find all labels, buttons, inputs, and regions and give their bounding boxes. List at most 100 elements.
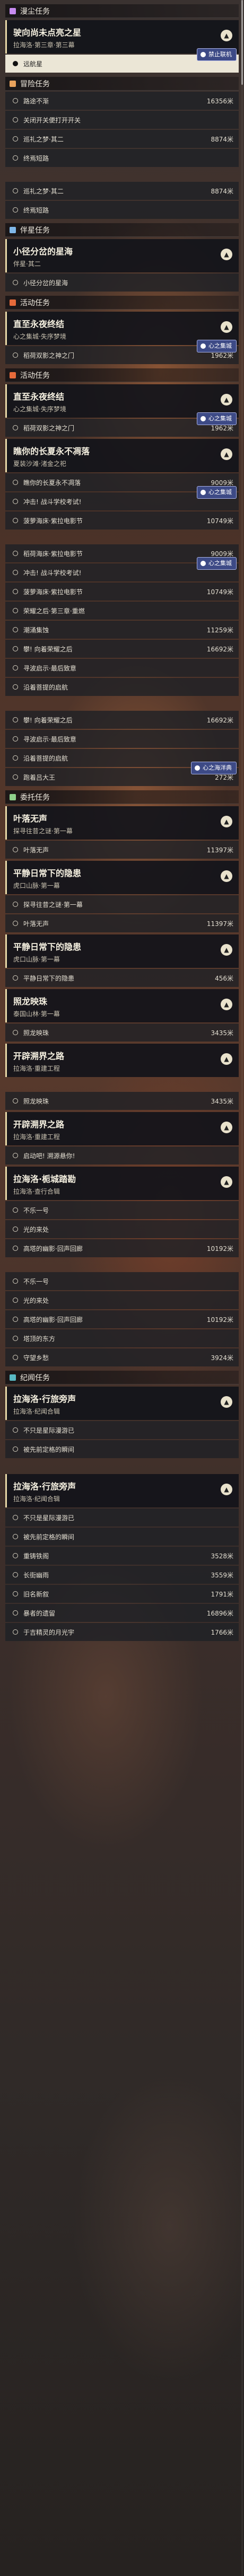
quest-step-row[interactable]: 光的来处 <box>5 1291 239 1309</box>
quest-step-row[interactable]: 潮涌集蚀 11259米 <box>5 621 239 639</box>
quest-step-row[interactable]: 高塔的幽影·回声回廊 10192米 <box>5 1239 239 1257</box>
quest-card[interactable]: 开辟溯界之路 拉海洛·重建工程 ▲ <box>5 1112 239 1145</box>
step-label: 寻波启示·最后致意 <box>23 664 76 672</box>
quest-step-row[interactable]: 叶落无声 11397米 <box>5 914 239 932</box>
quest-step-row[interactable]: 不只是星际漫游已 <box>5 1508 239 1527</box>
category-header[interactable]: 活动任务 <box>5 368 239 382</box>
quest-card[interactable]: 小径分岔的星海 伴星·其二 ▲ <box>5 239 239 272</box>
quest-step-row[interactable]: 巡礼之梦·其二 8874米 <box>5 182 239 200</box>
quest-step-row[interactable]: 菠萝海床·紫拉电影节 10749米 <box>5 583 239 601</box>
quest-step-row[interactable]: 光的来处 <box>5 1220 239 1238</box>
quest-step-row[interactable]: 终焉短路 <box>5 201 239 219</box>
step-status-icon <box>13 1446 18 1452</box>
quest-card[interactable]: 瞧你的长夏永不凋落 夏装沙滩·渚金之祀 ▲ <box>5 439 239 472</box>
quest-step-row[interactable]: 路途不渐 16356米 <box>5 92 239 110</box>
quest-subtitle: 虎口山脉·第一幕 <box>13 956 60 963</box>
quest-step-row[interactable]: 平静日常下的隐患 456米 <box>5 969 239 987</box>
collapse-icon[interactable]: ▲ <box>221 1053 232 1065</box>
track-button[interactable]: 远航星 禁止联机 <box>5 48 239 73</box>
quest-step-row[interactable]: 荣耀之后·第三章·重燃 <box>5 602 239 620</box>
quest-step-row[interactable]: 照龙映珠 3435米 <box>5 1024 239 1042</box>
quest-step-row[interactable]: 攀! 向着荣耀之后 16692米 <box>5 711 239 729</box>
quest-step-row[interactable]: 旧名新叙 1791米 <box>5 1585 239 1603</box>
quest-step-row[interactable]: 菠萝海床·紫拉电影节 10749米 <box>5 511 239 530</box>
collapse-icon[interactable]: ▲ <box>221 870 232 882</box>
quest-step-row[interactable]: 高塔的幽影·回声回廊 10192米 <box>5 1310 239 1328</box>
quest-step-row[interactable]: 被先前定格的瞬间 <box>5 1440 239 1458</box>
quest-step-row[interactable]: 叶落无声 11397米 <box>5 841 239 859</box>
step-status-icon <box>13 755 18 761</box>
quest-step-row[interactable]: 照龙映珠 3435米 <box>5 1092 239 1110</box>
quest-step-row[interactable]: 不乐一号 <box>5 1201 239 1219</box>
quest-step-row[interactable]: 巡礼之梦·其二 8874米 <box>5 130 239 148</box>
quest-card[interactable]: 拉海洛·行旅旁声 拉海洛·纪闻合辑 ▲ <box>5 1387 239 1420</box>
step-label: 菠萝海床·紫拉电影节 <box>23 517 83 525</box>
quest-step-row[interactable]: 重铸铁阁 3528米 <box>5 1547 239 1565</box>
step-distance: 16896米 <box>206 1609 233 1617</box>
quest-card[interactable]: 照龙映珠 泰国山林·第一幕 ▲ <box>5 989 239 1022</box>
category-header[interactable]: 活动任务 <box>5 296 239 310</box>
quest-step-row[interactable]: 塔顶的东方 <box>5 1329 239 1347</box>
quest-step-row[interactable]: 寻波启示·最后致意 <box>5 730 239 748</box>
collapse-icon[interactable]: ▲ <box>221 394 232 405</box>
quest-step-row[interactable]: 稻荷双影之神之门 1962米 心之集城 <box>5 412 239 437</box>
quest-step-row[interactable]: 寻波启示·最后致意 <box>5 659 239 677</box>
collapse-icon[interactable]: ▲ <box>221 999 232 1010</box>
quest-step-row[interactable]: 守望乡愁 3924米 <box>5 1348 239 1366</box>
quest-step-row[interactable]: 沿着菩提的启航 <box>5 678 239 696</box>
quest-step-row[interactable]: 稻荷双影之神之门 1962米 心之集城 <box>5 340 239 364</box>
quest-step-row[interactable]: 长街幽雨 3559米 <box>5 1566 239 1584</box>
quest-step-row[interactable]: 小径分岔的星海 <box>5 274 239 292</box>
category-header[interactable]: 纪闻任务 <box>5 1371 239 1384</box>
quest-step-row[interactable]: 攀! 向着荣耀之后 16692米 <box>5 640 239 658</box>
scrollbar-thumb[interactable] <box>241 0 243 85</box>
step-status-icon <box>13 646 18 651</box>
quest-step-row[interactable]: 被先前定格的瞬间 <box>5 1528 239 1546</box>
category-header[interactable]: 漫尘任务 <box>5 4 239 18</box>
step-status-icon <box>13 608 18 613</box>
quest-card[interactable]: 拉海洛·栀城踏勘 拉海洛·查行合辑 ▲ <box>5 1167 239 1200</box>
location-badge: 禁止联机 <box>197 48 237 61</box>
quest-title: 叶落无声 <box>13 814 48 824</box>
quest-card[interactable]: 叶落无声 探寻往昔之谜·第一幕 ▲ <box>5 806 239 840</box>
quest-card[interactable]: 平静日常下的隐患 虎口山脉·第一幕 ▲ <box>5 934 239 968</box>
quest-subtitle: 拉海洛·重建工程 <box>13 1133 60 1141</box>
quest-step-row[interactable]: 关闭开关便打开开关 <box>5 111 239 129</box>
quest-step-row[interactable]: 暴者的遗留 16896米 <box>5 1604 239 1622</box>
quest-title: 驶向尚未点亮之星 <box>13 28 82 38</box>
quest-step-row[interactable]: 终焉短路 <box>5 149 239 167</box>
quest-step-row[interactable]: 探寻往昔之谜·第一幕 <box>5 895 239 913</box>
collapse-icon[interactable]: ▲ <box>221 30 232 41</box>
quest-step-row[interactable]: 于吉精灵的月光宇 1766米 <box>5 1623 239 1641</box>
collapse-icon[interactable]: ▲ <box>221 944 232 956</box>
collapse-icon[interactable]: ▲ <box>221 816 232 827</box>
collapse-icon[interactable]: ▲ <box>221 249 232 260</box>
collapse-icon[interactable]: ▲ <box>221 1176 232 1188</box>
step-status-icon <box>13 736 18 742</box>
step-status-icon <box>13 480 18 485</box>
quest-card[interactable]: 开辟溯界之路 拉海洛·重建工程 ▲ <box>5 1044 239 1077</box>
quest-card[interactable]: 平静日常下的隐患 虎口山脉·第一幕 ▲ <box>5 861 239 894</box>
step-status-icon <box>13 425 18 430</box>
quest-step-row[interactable]: 不只是星际漫游已 <box>5 1421 239 1439</box>
collapse-icon[interactable]: ▲ <box>221 321 232 333</box>
quest-step-row[interactable]: 跑着吕大王 272米 心之海洋典 <box>5 762 239 786</box>
collapse-icon[interactable]: ▲ <box>221 1484 232 1495</box>
quest-card[interactable]: 拉海洛·行旅旁声 拉海洛·纪闻合辑 ▲ <box>5 1474 239 1507</box>
collapse-icon[interactable]: ▲ <box>221 1122 232 1133</box>
category-header[interactable]: 伴星任务 <box>5 223 239 237</box>
quest-step-row[interactable]: 冲击! 战斗学校考试! 心之集城 <box>5 486 239 510</box>
step-status-icon <box>13 1515 18 1520</box>
category-header[interactable]: 委托任务 <box>5 790 239 804</box>
collapse-icon[interactable]: ▲ <box>221 1396 232 1408</box>
collapse-icon[interactable]: ▲ <box>221 448 232 460</box>
category-header[interactable]: 冒险任务 <box>5 77 239 91</box>
quest-step-row[interactable]: 冲击! 战斗学校考试! 心之集城 <box>5 557 239 581</box>
step-status-icon <box>13 1629 18 1635</box>
step-distance: 11259米 <box>206 626 233 634</box>
quest-step-row[interactable]: 不乐一号 <box>5 1272 239 1290</box>
quest-step-row[interactable]: 启动吧! 溯源悬你! <box>5 1146 239 1165</box>
scrollbar[interactable] <box>241 0 243 2576</box>
step-label: 小径分岔的星海 <box>23 279 68 287</box>
